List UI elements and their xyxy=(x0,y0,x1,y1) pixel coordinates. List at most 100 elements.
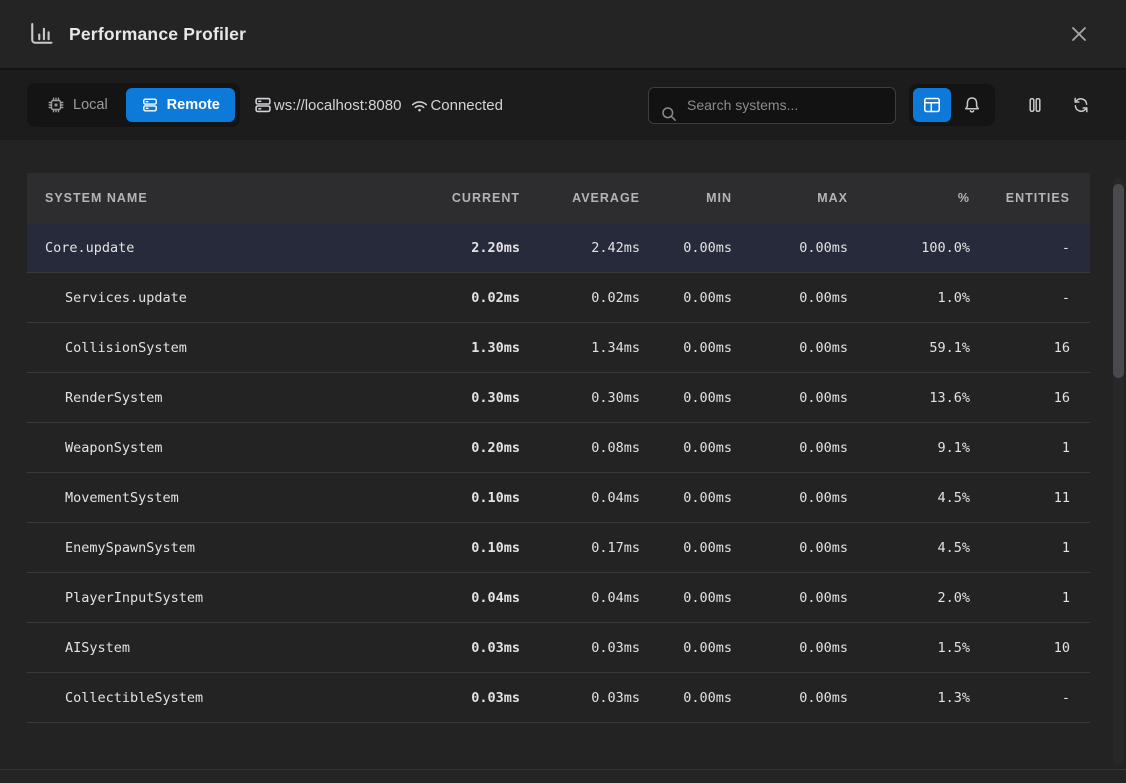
cell-entities: 1 xyxy=(970,540,1070,556)
cell-current: 0.20ms xyxy=(408,440,520,456)
table-row[interactable]: EnemySpawnSystem0.10ms0.17ms0.00ms0.00ms… xyxy=(27,523,1090,573)
cell-average: 0.02ms xyxy=(520,290,640,306)
cell-average: 0.04ms xyxy=(520,590,640,606)
wifi-icon xyxy=(410,96,429,115)
column-header-current[interactable]: CURRENT xyxy=(408,191,520,205)
cell-min: 0.00ms xyxy=(640,440,732,456)
table-row[interactable]: WeaponSystem0.20ms0.08ms0.00ms0.00ms9.1%… xyxy=(27,423,1090,473)
scrollbar-thumb[interactable] xyxy=(1113,184,1124,378)
column-header-entities[interactable]: ENTITIES xyxy=(970,191,1070,205)
cell-current: 0.03ms xyxy=(408,640,520,656)
cell-min: 0.00ms xyxy=(640,340,732,356)
cell-min: 0.00ms xyxy=(640,540,732,556)
refresh-button[interactable] xyxy=(1063,87,1099,123)
cell-current: 0.04ms xyxy=(408,590,520,606)
column-header-average[interactable]: AVERAGE xyxy=(520,191,640,205)
cell-max: 0.00ms xyxy=(732,240,848,256)
server-icon xyxy=(253,95,273,115)
cell-system-name: AISystem xyxy=(45,640,408,656)
cell-percent: 4.5% xyxy=(848,490,970,506)
alerts-button[interactable] xyxy=(953,88,991,122)
cell-current: 2.20ms xyxy=(408,240,520,256)
systems-table: SYSTEM NAMECURRENTAVERAGEMINMAX%ENTITIES… xyxy=(27,173,1090,723)
cell-system-name: Services.update xyxy=(45,290,408,306)
cell-average: 0.03ms xyxy=(520,690,640,706)
cell-current: 0.30ms xyxy=(408,390,520,406)
cell-entities: 11 xyxy=(970,490,1070,506)
cell-system-name: MovementSystem xyxy=(45,490,408,506)
cell-max: 0.00ms xyxy=(732,640,848,656)
cell-min: 0.00ms xyxy=(640,590,732,606)
cell-min: 0.00ms xyxy=(640,490,732,506)
search-box xyxy=(648,87,896,124)
mode-toggle-group: Local Remote xyxy=(27,83,240,127)
cell-percent: 59.1% xyxy=(848,340,970,356)
cell-entities: 16 xyxy=(970,390,1070,406)
cell-average: 0.30ms xyxy=(520,390,640,406)
cell-max: 0.00ms xyxy=(732,440,848,456)
local-mode-label: Local xyxy=(73,97,108,113)
cell-average: 0.04ms xyxy=(520,490,640,506)
table-row[interactable]: MovementSystem0.10ms0.04ms0.00ms0.00ms4.… xyxy=(27,473,1090,523)
cell-max: 0.00ms xyxy=(732,490,848,506)
table-view-icon xyxy=(922,95,942,115)
cell-average: 2.42ms xyxy=(520,240,640,256)
cell-average: 0.08ms xyxy=(520,440,640,456)
column-header-max[interactable]: MAX xyxy=(732,191,848,205)
cell-system-name: CollisionSystem xyxy=(45,340,408,356)
cpu-icon xyxy=(47,96,65,114)
remote-mode-button[interactable]: Remote xyxy=(126,88,235,122)
cell-percent: 4.5% xyxy=(848,540,970,556)
column-header-system-name[interactable]: SYSTEM NAME xyxy=(45,191,408,205)
remote-mode-label: Remote xyxy=(167,97,220,113)
cell-max: 0.00ms xyxy=(732,290,848,306)
refresh-icon xyxy=(1071,95,1091,115)
view-toggle-group xyxy=(909,84,995,126)
cell-max: 0.00ms xyxy=(732,340,848,356)
table-row[interactable]: AISystem0.03ms0.03ms0.00ms0.00ms1.5%10 xyxy=(27,623,1090,673)
page-title: Performance Profiler xyxy=(69,24,246,45)
cell-min: 0.00ms xyxy=(640,690,732,706)
cell-entities: 10 xyxy=(970,640,1070,656)
table-row[interactable]: RenderSystem0.30ms0.30ms0.00ms0.00ms13.6… xyxy=(27,373,1090,423)
table-view-button[interactable] xyxy=(913,88,951,122)
cell-entities: 1 xyxy=(970,440,1070,456)
local-mode-button[interactable]: Local xyxy=(32,88,123,122)
table-row[interactable]: PlayerInputSystem0.04ms0.04ms0.00ms0.00m… xyxy=(27,573,1090,623)
cell-min: 0.00ms xyxy=(640,290,732,306)
cell-entities: 16 xyxy=(970,340,1070,356)
pause-button[interactable] xyxy=(1017,87,1053,123)
cell-percent: 13.6% xyxy=(848,390,970,406)
cell-entities: - xyxy=(970,240,1070,256)
cell-current: 0.10ms xyxy=(408,540,520,556)
table-row[interactable]: CollectibleSystem0.03ms0.03ms0.00ms0.00m… xyxy=(27,673,1090,723)
cell-current: 1.30ms xyxy=(408,340,520,356)
cell-percent: 2.0% xyxy=(848,590,970,606)
cell-max: 0.00ms xyxy=(732,540,848,556)
cell-system-name: CollectibleSystem xyxy=(45,690,408,706)
websocket-url-text: ws://localhost:8080 xyxy=(274,97,402,114)
cell-average: 0.03ms xyxy=(520,640,640,656)
cell-percent: 1.0% xyxy=(848,290,970,306)
toolbar: Local Remote ws://localhost:8080 xyxy=(0,70,1126,140)
cell-current: 0.10ms xyxy=(408,490,520,506)
pause-icon xyxy=(1025,95,1045,115)
column-header-min[interactable]: MIN xyxy=(640,191,732,205)
cell-percent: 100.0% xyxy=(848,240,970,256)
cell-current: 0.03ms xyxy=(408,690,520,706)
cell-entities: - xyxy=(970,290,1070,306)
connection-status: Connected xyxy=(410,96,503,115)
cell-system-name: Core.update xyxy=(45,240,408,256)
close-icon xyxy=(1069,24,1089,44)
cell-entities: - xyxy=(970,690,1070,706)
table-row[interactable]: CollisionSystem1.30ms1.34ms0.00ms0.00ms5… xyxy=(27,323,1090,373)
table-row[interactable]: Services.update0.02ms0.02ms0.00ms0.00ms1… xyxy=(27,273,1090,323)
connection-status-text: Connected xyxy=(430,97,503,114)
cell-max: 0.00ms xyxy=(732,690,848,706)
close-button[interactable] xyxy=(1062,17,1096,51)
column-header--[interactable]: % xyxy=(848,191,970,205)
bell-icon xyxy=(962,95,982,115)
search-input[interactable] xyxy=(649,88,895,123)
cell-average: 0.17ms xyxy=(520,540,640,556)
table-row[interactable]: Core.update2.20ms2.42ms0.00ms0.00ms100.0… xyxy=(27,223,1090,273)
